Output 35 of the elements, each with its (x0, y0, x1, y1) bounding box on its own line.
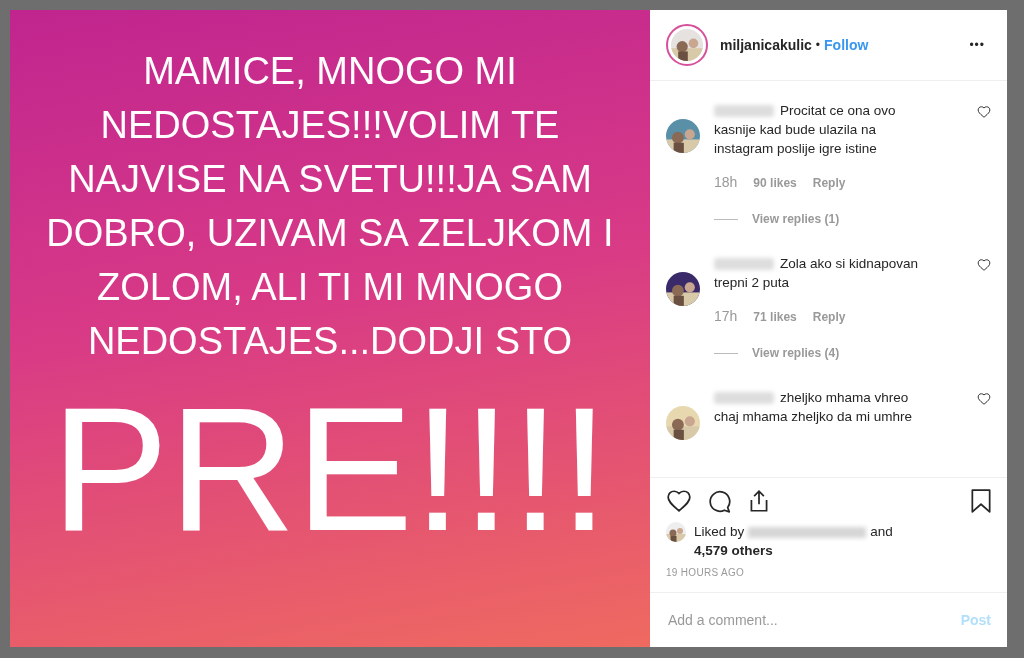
reply-button[interactable]: Reply (812, 176, 846, 190)
story-text: DOBRO, UZIVAM SA ZELJKOM I (46, 211, 614, 256)
heart-icon[interactable] (977, 392, 991, 406)
comment-text: zheljko mhama vhreo chaj mhama zheljko da mi umhre (714, 389, 914, 426)
heart-icon[interactable] (977, 258, 991, 272)
heart-icon[interactable] (977, 105, 991, 119)
story-text: NEDOSTAJES...DODJI STO (87, 319, 573, 364)
blurred-username (714, 105, 774, 118)
like-icon[interactable] (666, 488, 692, 514)
comment-text: Procitat ce ona ovo kasnije kad bude ulazila na instagram poslije igre istine (714, 102, 897, 158)
post-time: 19 HOURS AGO (650, 559, 1007, 593)
separator: • (815, 38, 821, 52)
comment-icon[interactable] (706, 488, 732, 514)
blurred-username (714, 392, 774, 405)
liked-by-text: Liked by and (694, 523, 893, 541)
view-replies-button[interactable]: View replies (1) (752, 212, 840, 226)
view-replies-button[interactable]: View replies (4) (752, 346, 840, 360)
story-text: PRE!!!! (51, 374, 609, 564)
more-button[interactable]: ••• (963, 37, 991, 53)
blurred-username (714, 258, 774, 271)
username[interactable]: miljanicakulic (720, 37, 812, 53)
comment-time: 17h (714, 308, 738, 324)
follow-button[interactable]: Follow (824, 37, 869, 53)
likes-others-link[interactable]: 4,579 others (694, 543, 773, 558)
story-text: NEDOSTAJES!!!VOLIM TE (100, 103, 560, 148)
bookmark-icon[interactable] (969, 488, 993, 514)
avatar-ring[interactable] (666, 24, 708, 66)
reply-button[interactable]: Reply (812, 310, 846, 324)
story-text: NAJVISE NA SVETU!!!JA SAM (68, 157, 592, 202)
likes-count[interactable]: 71 likes (753, 310, 797, 324)
comment-text: Zola ako si kidnapovan trepni 2 puta (714, 255, 920, 292)
likes-count[interactable]: 90 likes (753, 176, 797, 190)
story-text: MAMICE, MNOGO MI (143, 49, 517, 94)
comment-time: 18h (714, 174, 738, 190)
story-text: ZOLOM, ALI TI MI MNOGO (97, 265, 563, 310)
